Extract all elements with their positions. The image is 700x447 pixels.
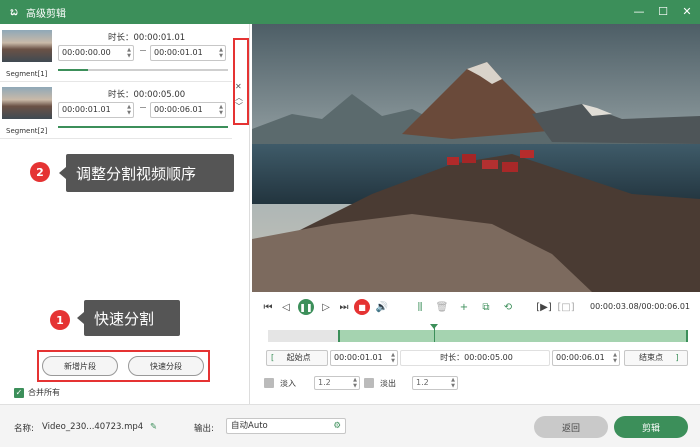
step-back-icon[interactable]: ◁	[278, 299, 294, 315]
window-title: 高级剪辑	[26, 8, 66, 20]
separator	[140, 107, 146, 108]
segment-label: Segment[1]	[6, 70, 48, 78]
delete-icon[interactable]: 🗑	[434, 299, 450, 315]
video-preview[interactable]	[252, 24, 700, 292]
app-logo-icon: ಬ	[10, 5, 18, 18]
checkbox-checked-icon[interactable]: ✓	[14, 387, 24, 398]
spinner-icon[interactable]: ▲ ▼	[613, 352, 617, 364]
segment-end-input[interactable]: 00:00:06.01 ▲ ▼	[150, 102, 226, 118]
pause-icon: ❚❚	[298, 299, 314, 315]
stop-icon: ■	[354, 299, 370, 315]
spinner-icon[interactable]: ▲ ▼	[127, 47, 131, 59]
segment-thumbnail	[2, 30, 52, 62]
merge-all-label: 合并所有	[28, 388, 60, 397]
file-name: Video_230...40723.mp4	[42, 422, 144, 432]
minimize-icon[interactable]: —	[632, 4, 646, 18]
volume-icon[interactable]: 🔊	[374, 299, 390, 315]
bottom-bar: 名称: Video_230...40723.mp4 ✎ 输出: 自动Auto ⚙…	[0, 404, 700, 447]
spinner-icon[interactable]: ▲ ▼	[127, 104, 131, 116]
set-start-button[interactable]: [ 起始点	[266, 350, 328, 366]
back-button[interactable]: 返回	[534, 416, 608, 438]
range-duration: 时长：00:00:05.00	[400, 350, 550, 366]
play-pause-button[interactable]: ❚❚	[298, 299, 314, 315]
step-badge: 2	[30, 162, 50, 182]
segment-duration: 时长：00:00:01.01	[108, 33, 186, 43]
playhead[interactable]	[430, 324, 439, 342]
segment-item[interactable]: 时长：00:00:01.01 00:00:00.00 ▲ ▼ 00:00:01.0…	[0, 26, 232, 82]
segment-bar-fill	[58, 69, 88, 71]
copy-icon[interactable]: ⧉	[478, 299, 494, 315]
spinner-icon[interactable]: ▲ ▼	[219, 47, 223, 59]
range-start-input[interactable]: 00:00:01.01 ▲ ▼	[330, 350, 398, 366]
spinner-icon[interactable]: ▲ ▼	[391, 352, 395, 364]
cut-button[interactable]: 剪辑	[614, 416, 688, 438]
go-to-start-icon[interactable]: ⏮	[260, 299, 276, 315]
fade-out-input[interactable]: 1.2 ▲ ▼	[412, 376, 458, 390]
output-label: 输出:	[194, 424, 214, 434]
spinner-icon[interactable]: ▲ ▼	[353, 377, 357, 389]
segment-thumbnail	[2, 87, 52, 119]
fade-out-label: 淡出	[380, 379, 396, 388]
timecode-display: 00:00:03.08/00:00:06.01	[590, 302, 690, 311]
quick-split-button[interactable]: 快速分段	[128, 356, 204, 376]
video-frame	[252, 24, 700, 292]
segment-label: Segment[2]	[6, 127, 48, 135]
title-bar: ಬ 高级剪辑 — ☐ ✕	[0, 0, 700, 24]
refresh-icon[interactable]: ⟲	[500, 299, 516, 315]
close-icon[interactable]: ✕	[680, 4, 694, 18]
callout-quick-split: 快速分割	[77, 300, 180, 336]
segment-item[interactable]: 时长：00:00:05.00 00:00:01.01 ▲ ▼ 00:00:06.0…	[0, 83, 232, 139]
mark-in-icon[interactable]: [▶]	[536, 299, 552, 315]
mark-out-icon[interactable]: [□]	[557, 299, 574, 315]
spinner-icon[interactable]: ▲ ▼	[451, 377, 455, 389]
separator	[140, 50, 146, 51]
segment-start-input[interactable]: 00:00:01.01 ▲ ▼	[58, 102, 134, 118]
stop-button[interactable]: ■	[354, 299, 370, 315]
segment-bar-fill	[58, 126, 228, 128]
segment-panel: 时长：00:00:01.01 00:00:00.00 ▲ ▼ 00:00:01.0…	[0, 24, 250, 404]
callout-reorder: 调整分割视频顺序	[59, 154, 234, 192]
bracket-right-icon: ]	[675, 353, 679, 362]
go-to-end-icon[interactable]: ⏭	[336, 299, 352, 315]
output-select[interactable]: 自动Auto ⚙	[226, 418, 346, 434]
fade-in-label: 淡入	[280, 379, 296, 388]
rename-icon[interactable]: ✎	[150, 422, 157, 432]
fade-in-input[interactable]: 1.2 ▲ ▼	[314, 376, 360, 390]
range-end-input[interactable]: 00:00:06.01 ▲ ▼	[552, 350, 620, 366]
maximize-icon[interactable]: ☐	[656, 4, 670, 18]
remove-segment-icon[interactable]: ✕	[235, 82, 242, 91]
add-icon[interactable]: +	[456, 299, 472, 315]
segment-end-input[interactable]: 00:00:01.01 ▲ ▼	[150, 45, 226, 61]
move-down-icon[interactable]: ﹀	[235, 101, 243, 112]
new-segment-button[interactable]: 新增片段	[42, 356, 118, 376]
set-end-button[interactable]: 结束点 ]	[624, 350, 688, 366]
split-icon[interactable]: ⫼	[412, 299, 428, 315]
timeline-selection[interactable]	[338, 330, 688, 342]
player-controls: ⏮ ◁ ❚❚ ▷ ⏭ ■ 🔊 ⫼ 🗑 + ⧉ ⟲ [▶] [□] 00:00:0…	[252, 292, 700, 404]
settings-icon[interactable]: ⚙	[333, 419, 341, 433]
segment-start-input[interactable]: 00:00:00.00 ▲ ▼	[58, 45, 134, 61]
fade-out-checkbox[interactable]	[364, 378, 374, 388]
merge-all-option[interactable]: ✓ 合并所有	[14, 387, 60, 398]
bracket-left-icon: [	[271, 353, 275, 362]
step-badge: 1	[50, 310, 70, 330]
segment-duration: 时长：00:00:05.00	[108, 90, 186, 100]
name-label: 名称:	[14, 424, 34, 434]
step-forward-icon[interactable]: ▷	[318, 299, 334, 315]
spinner-icon[interactable]: ▲ ▼	[219, 104, 223, 116]
fade-in-checkbox[interactable]	[264, 378, 274, 388]
